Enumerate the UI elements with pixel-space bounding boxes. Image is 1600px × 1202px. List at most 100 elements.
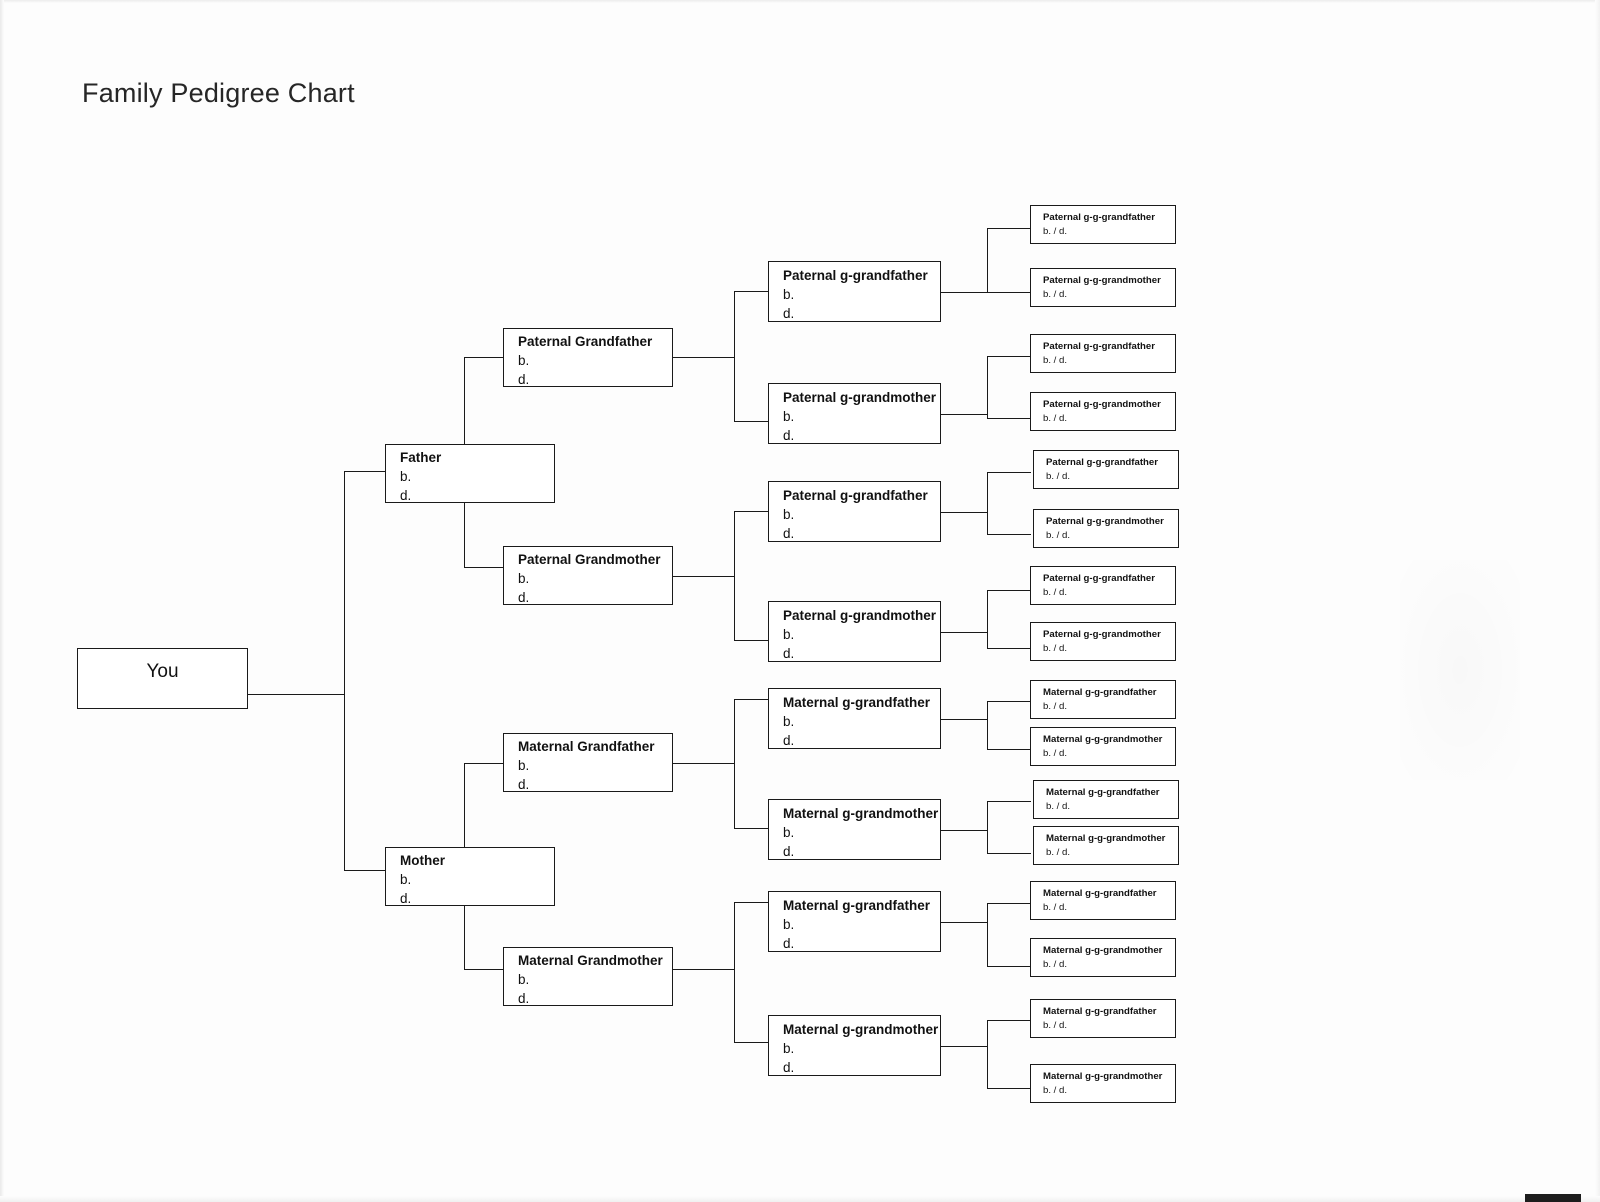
connector-mgf-out bbox=[673, 763, 735, 764]
node-name: Maternal g-g-grandmother bbox=[1046, 833, 1166, 844]
node-great-great-grandparent-4[interactable]: Paternal g-g-grandmother b. / d. bbox=[1030, 392, 1176, 431]
connector-pgf-to-ggm1 bbox=[734, 421, 769, 422]
node-great-great-grandparent-8[interactable]: Paternal g-g-grandmother b. / d. bbox=[1030, 622, 1176, 661]
node-death: d. bbox=[518, 372, 530, 387]
node-name: Paternal g-grandfather bbox=[783, 488, 928, 503]
connector-ggp8-to-gggm bbox=[987, 1088, 1031, 1089]
node-name: Paternal g-grandmother bbox=[783, 390, 937, 405]
node-birth: b. bbox=[518, 353, 530, 368]
node-name: Maternal g-g-grandfather bbox=[1046, 787, 1160, 798]
node-birth: b. bbox=[518, 758, 530, 773]
connector-you-to-parents bbox=[248, 694, 345, 695]
node-great-great-grandparent-2[interactable]: Paternal g-g-grandmother b. / d. bbox=[1030, 268, 1176, 307]
node-dates: b. / d. bbox=[1046, 801, 1070, 812]
node-father[interactable]: Father b. d. bbox=[385, 444, 555, 503]
connector-pgm-to-ggf2 bbox=[734, 511, 769, 512]
connector-trunk-to-father bbox=[344, 471, 386, 472]
node-great-grandparent-2[interactable]: Paternal g-grandmother b. d. bbox=[768, 383, 941, 444]
node-great-great-grandparent-9[interactable]: Maternal g-g-grandfather b. / d. bbox=[1030, 680, 1176, 719]
connector-pgf-out bbox=[673, 357, 735, 358]
connector-pgf-to-ggf1 bbox=[734, 291, 769, 292]
connector-ggp3-trunk bbox=[987, 472, 988, 535]
connector-mgm-to-ggf4 bbox=[734, 902, 769, 903]
node-paternal-grandmother[interactable]: Paternal Grandmother b. d. bbox=[503, 546, 673, 605]
node-great-grandparent-6[interactable]: Maternal g-grandmother b. d. bbox=[768, 799, 941, 860]
node-dates: b. / d. bbox=[1043, 902, 1067, 913]
connector-mgm-out bbox=[673, 969, 735, 970]
node-death: d. bbox=[783, 733, 795, 748]
node-great-great-grandparent-1[interactable]: Paternal g-g-grandfather b. / d. bbox=[1030, 205, 1176, 244]
node-great-great-grandparent-15[interactable]: Maternal g-g-grandfather b. / d. bbox=[1030, 999, 1176, 1038]
connector-ggp1-out bbox=[941, 292, 988, 293]
node-father-death: d. bbox=[400, 488, 412, 503]
node-mother[interactable]: Mother b. d. bbox=[385, 847, 555, 906]
node-name: Paternal Grandfather bbox=[518, 334, 653, 349]
node-great-great-grandparent-7[interactable]: Paternal g-g-grandfather b. / d. bbox=[1030, 566, 1176, 605]
node-name: Paternal g-g-grandmother bbox=[1043, 629, 1161, 640]
node-great-great-grandparent-16[interactable]: Maternal g-g-grandmother b. / d. bbox=[1030, 1064, 1176, 1103]
connector-mgf-to-ggf3 bbox=[734, 699, 769, 700]
node-great-great-grandparent-13[interactable]: Maternal g-g-grandfather b. / d. bbox=[1030, 881, 1176, 920]
pedigree-sheet: Family Pedigree Chart You Father b. d. M… bbox=[0, 0, 1600, 1202]
node-you[interactable]: You bbox=[77, 648, 248, 709]
connector-ggp2-to-gggf bbox=[987, 356, 1031, 357]
node-great-grandparent-8[interactable]: Maternal g-grandmother b. d. bbox=[768, 1015, 941, 1076]
node-great-great-grandparent-12[interactable]: Maternal g-g-grandmother b. / d. bbox=[1033, 826, 1179, 865]
connector-pgp-trunk-to-pgf bbox=[464, 357, 504, 358]
node-name: Maternal g-g-grandfather bbox=[1043, 687, 1157, 698]
scan-edge-bottom bbox=[0, 1196, 1600, 1202]
node-great-great-grandparent-5[interactable]: Paternal g-g-grandfather b. / d. bbox=[1033, 450, 1179, 489]
connector-mgf-to-ggm3 bbox=[734, 828, 769, 829]
node-great-grandparent-7[interactable]: Maternal g-grandfather b. d. bbox=[768, 891, 941, 952]
node-name: Paternal g-g-grandfather bbox=[1046, 457, 1158, 468]
node-great-great-grandparent-14[interactable]: Maternal g-g-grandmother b. / d. bbox=[1030, 938, 1176, 977]
connector-ggp6-to-gggf bbox=[987, 801, 1031, 802]
node-name: Maternal g-g-grandfather bbox=[1043, 888, 1157, 899]
node-dates: b. / d. bbox=[1043, 748, 1067, 759]
node-birth: b. bbox=[783, 714, 795, 729]
node-great-grandparent-1[interactable]: Paternal g-grandfather b. d. bbox=[768, 261, 941, 322]
connector-ggp7-to-gggm bbox=[987, 966, 1031, 967]
connector-pgm-out bbox=[673, 576, 735, 577]
node-death: d. bbox=[518, 991, 530, 1006]
node-death: d. bbox=[518, 777, 530, 792]
node-great-great-grandparent-6[interactable]: Paternal g-g-grandmother b. / d. bbox=[1033, 509, 1179, 548]
node-name: Paternal g-g-grandmother bbox=[1043, 275, 1161, 286]
connector-ggp6-trunk bbox=[987, 801, 988, 853]
node-great-great-grandparent-3[interactable]: Paternal g-g-grandfather b. / d. bbox=[1030, 334, 1176, 373]
connector-pgm-children-trunk bbox=[734, 511, 735, 641]
node-name: Paternal Grandmother bbox=[518, 552, 661, 567]
connector-ggp8-trunk bbox=[987, 1020, 988, 1088]
node-great-grandparent-3[interactable]: Paternal g-grandfather b. d. bbox=[768, 481, 941, 542]
connector-ggp1-to-gggf bbox=[987, 228, 1031, 229]
node-paternal-grandfather[interactable]: Paternal Grandfather b. d. bbox=[503, 328, 673, 387]
node-birth: b. bbox=[783, 507, 795, 522]
node-death: d. bbox=[518, 590, 530, 605]
node-name: Maternal g-grandmother bbox=[783, 806, 939, 821]
connector-ggp8-out bbox=[941, 1046, 988, 1047]
node-dates: b. / d. bbox=[1043, 1020, 1067, 1031]
node-father-name: Father bbox=[400, 450, 442, 465]
connector-ggp5-to-gggm bbox=[987, 749, 1031, 750]
node-great-great-grandparent-11[interactable]: Maternal g-g-grandfather b. / d. bbox=[1033, 780, 1179, 819]
node-name: Maternal g-grandfather bbox=[783, 695, 931, 710]
node-great-grandparent-5[interactable]: Maternal g-grandfather b. d. bbox=[768, 688, 941, 749]
node-dates: b. / d. bbox=[1043, 289, 1067, 300]
node-name: Maternal Grandmother bbox=[518, 953, 663, 968]
connector-ggp7-trunk bbox=[987, 903, 988, 966]
node-name: Maternal g-grandmother bbox=[783, 1022, 939, 1037]
node-name: Paternal g-grandmother bbox=[783, 608, 937, 623]
connector-pgp-trunk-to-pgm bbox=[464, 567, 504, 568]
node-maternal-grandmother[interactable]: Maternal Grandmother b. d. bbox=[503, 947, 673, 1006]
connector-ggp7-out bbox=[941, 922, 988, 923]
node-name: Maternal g-g-grandmother bbox=[1043, 1071, 1163, 1082]
node-birth: b. bbox=[783, 1041, 795, 1056]
node-name: Maternal g-g-grandmother bbox=[1043, 734, 1163, 745]
node-maternal-grandfather[interactable]: Maternal Grandfather b. d. bbox=[503, 733, 673, 792]
connector-ggp4-to-gggm bbox=[987, 648, 1031, 649]
node-great-great-grandparent-10[interactable]: Maternal g-g-grandmother b. / d. bbox=[1030, 727, 1176, 766]
connector-ggp1-to-gggm bbox=[987, 292, 1031, 293]
connector-ggp4-to-gggf bbox=[987, 590, 1031, 591]
node-great-grandparent-4[interactable]: Paternal g-grandmother b. d. bbox=[768, 601, 941, 662]
node-dates: b. / d. bbox=[1046, 530, 1070, 541]
